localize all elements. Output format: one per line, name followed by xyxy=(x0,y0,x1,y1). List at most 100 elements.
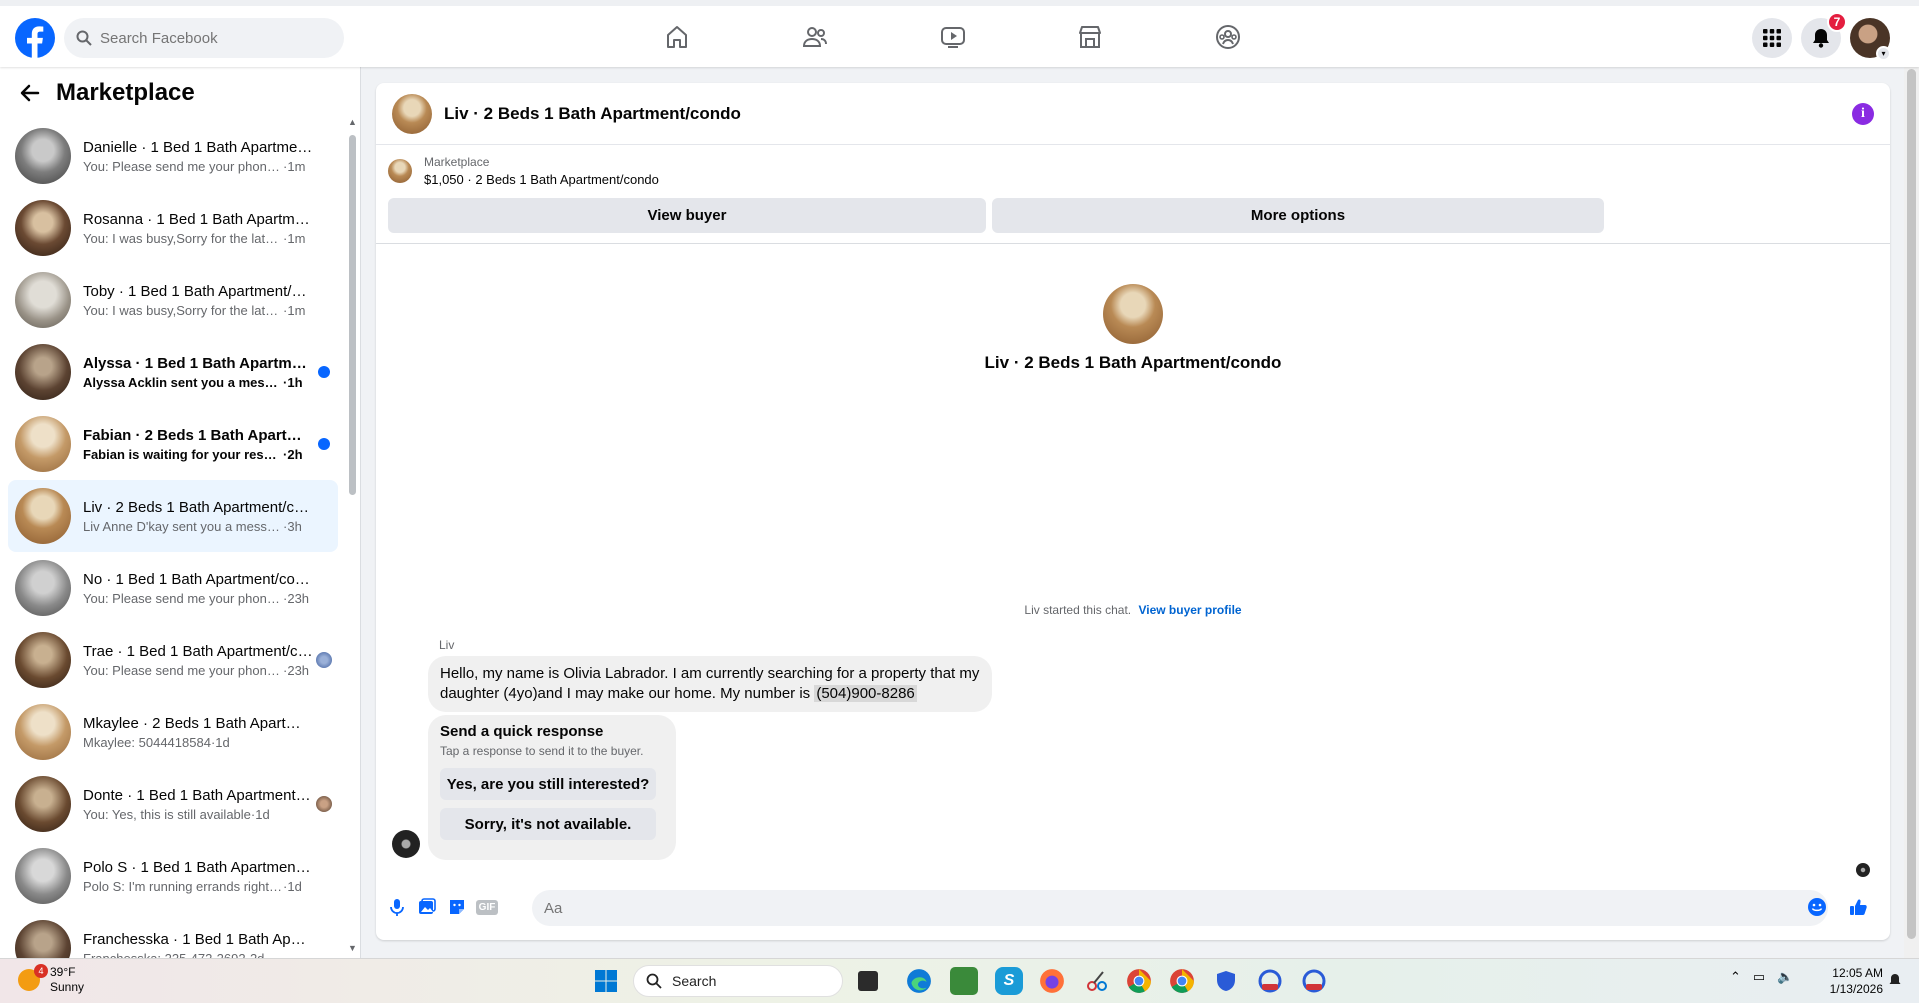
snipping-tool-icon[interactable] xyxy=(1083,967,1111,995)
message-phone-number[interactable]: (504)900-8286 xyxy=(814,685,917,702)
conversation-item[interactable]: No · 1 Bed 1 Bath Apartment/condo You: Pl… xyxy=(8,552,338,624)
emoji-icon[interactable] xyxy=(1806,896,1828,918)
sticker-icon[interactable] xyxy=(446,896,468,918)
search-input[interactable] xyxy=(100,29,320,47)
conversation-avatar xyxy=(15,272,71,328)
conversation-time: 23h xyxy=(287,590,310,606)
conversation-item[interactable]: Polo S · 1 Bed 1 Bath Apartment/condo Pol… xyxy=(8,840,338,912)
conversation-list: Danielle · 1 Bed 1 Bath Apartment/condo Y… xyxy=(8,120,338,958)
conversation-item[interactable]: Trae · 1 Bed 1 Bath Apartment/condo You: … xyxy=(8,624,338,696)
conversation-item[interactable]: Donte · 1 Bed 1 Bath Apartment/condo You:… xyxy=(8,768,338,840)
conversation-avatar xyxy=(15,344,71,400)
grid-icon xyxy=(1763,29,1781,47)
groups-icon[interactable] xyxy=(1213,22,1243,52)
sheet-app-icon[interactable] xyxy=(950,967,978,995)
task-view-icon[interactable] xyxy=(858,971,878,991)
back-arrow-icon[interactable] xyxy=(18,81,42,105)
taskbar-search-label: Search xyxy=(672,973,717,989)
quick-reply-interested-button[interactable]: Yes, are you still interested? xyxy=(440,768,656,800)
search-icon xyxy=(646,973,662,989)
conversation-preview: Fabian is waiting for your response xyxy=(83,446,283,462)
windows-taskbar: 4 39°F Sunny Search S ⌃ ▭ 🔈 12:05 AM 1/1… xyxy=(0,958,1919,1003)
info-icon[interactable]: i xyxy=(1852,103,1874,125)
conversation-preview: Liv Anne D'kay sent you a message xyxy=(83,518,283,534)
listing-summary[interactable]: Marketplace $1,050 · 2 Beds 1 Bath Apart… xyxy=(388,155,659,187)
conversation-item[interactable]: Alyssa · 1 Bed 1 Bath Apartment/condo Aly… xyxy=(8,336,338,408)
menu-grid-button[interactable] xyxy=(1752,18,1792,58)
message-input[interactable] xyxy=(532,890,1828,926)
conversation-preview: Franchesska: 225-472-2692 xyxy=(83,950,246,959)
notification-bell-icon[interactable] xyxy=(1887,973,1903,989)
system-clock[interactable]: 12:05 AM 1/13/2026 xyxy=(1808,965,1883,997)
home-icon[interactable] xyxy=(662,22,692,52)
chevron-up-icon[interactable]: ⌃ xyxy=(1730,969,1741,985)
weather-widget[interactable]: 4 39°F Sunny xyxy=(18,964,84,995)
chat-title[interactable]: Liv · 2 Beds 1 Bath Apartment/condo xyxy=(444,104,741,124)
app-icon-blue-1[interactable] xyxy=(1256,967,1284,995)
firefox-icon[interactable] xyxy=(1038,967,1066,995)
conversation-item[interactable]: Toby · 1 Bed 1 Bath Apartment/condo You: … xyxy=(8,264,338,336)
listing-avatar[interactable] xyxy=(392,93,432,134)
chrome-icon[interactable] xyxy=(1125,967,1153,995)
app-icon-blue-2[interactable] xyxy=(1300,967,1328,995)
network-icon[interactable]: ▭ xyxy=(1753,969,1765,985)
more-options-button[interactable]: More options xyxy=(992,198,1604,233)
system-tray: ⌃ ▭ 🔈 xyxy=(1730,969,1793,985)
message-composer: GIF xyxy=(376,886,1890,930)
friends-icon[interactable] xyxy=(800,22,830,52)
conversation-item[interactable]: Franchesska · 1 Bed 1 Bath Apartment/con… xyxy=(8,912,338,958)
marketplace-inbox-panel: Marketplace Danielle · 1 Bed 1 Bath Apar… xyxy=(0,67,361,958)
taskbar-search[interactable]: Search xyxy=(633,965,843,997)
windows-start-icon[interactable] xyxy=(592,967,620,995)
page-scrollbar-thumb[interactable] xyxy=(1907,69,1916,939)
bell-icon xyxy=(1813,29,1829,48)
listing-source: Marketplace xyxy=(424,155,490,169)
conversation-avatar xyxy=(15,632,71,688)
microphone-icon[interactable] xyxy=(386,896,408,918)
volume-icon[interactable]: 🔈 xyxy=(1777,969,1793,985)
facebook-logo-icon[interactable] xyxy=(15,18,55,58)
conversation-avatar xyxy=(15,128,71,184)
scrollbar-thumb[interactable] xyxy=(349,135,356,495)
view-buyer-profile-link[interactable]: View buyer profile xyxy=(1138,603,1241,617)
unread-dot xyxy=(318,366,330,378)
app-icon-s[interactable]: S xyxy=(995,967,1023,995)
conversation-name: Liv · 2 Beds 1 Bath Apartment/condo xyxy=(83,498,313,516)
notifications-button[interactable]: 7 xyxy=(1801,12,1847,58)
video-icon[interactable] xyxy=(938,22,968,52)
marketplace-icon[interactable] xyxy=(1075,22,1105,52)
conversation-item[interactable]: Liv · 2 Beds 1 Bath Apartment/condo Liv A… xyxy=(8,480,338,552)
message-bubble: Hello, my name is Olivia Labrador. I am … xyxy=(428,656,992,712)
conversation-item[interactable]: Mkaylee · 2 Beds 1 Bath Apartment/condo M… xyxy=(8,696,338,768)
scroll-up-icon[interactable]: ▲ xyxy=(348,117,357,127)
photo-icon[interactable] xyxy=(416,896,438,918)
search-icon xyxy=(76,30,92,46)
conversation-avatar xyxy=(15,200,71,256)
gif-icon[interactable]: GIF xyxy=(475,896,499,918)
edge-browser-icon[interactable] xyxy=(905,967,933,995)
chevron-down-icon[interactable]: ▾ xyxy=(1876,46,1891,61)
quick-reply-unavailable-button[interactable]: Sorry, it's not available. xyxy=(440,808,656,840)
facebook-search[interactable] xyxy=(64,18,344,58)
seen-avatar xyxy=(316,652,332,668)
page-scrollbar[interactable] xyxy=(1904,67,1919,958)
thumbs-up-icon[interactable] xyxy=(1847,896,1869,918)
conversation-time: 1m xyxy=(287,302,306,318)
conversation-preview: You: Please send me your phone number xyxy=(83,590,283,606)
conversation-item[interactable]: Danielle · 1 Bed 1 Bath Apartment/condo Y… xyxy=(8,120,338,192)
conversation-avatar xyxy=(15,920,71,958)
inbox-scrollbar[interactable]: ▲ ▼ xyxy=(347,117,357,955)
view-buyer-button[interactable]: View buyer xyxy=(388,198,986,233)
scroll-down-icon[interactable]: ▼ xyxy=(348,943,357,953)
browser-strip xyxy=(0,0,1919,6)
weather-badge: 4 xyxy=(34,964,48,978)
conversation-item[interactable]: Fabian · 2 Beds 1 Bath Apartment/condo Fa… xyxy=(8,408,338,480)
conversation-item[interactable]: Rosanna · 1 Bed 1 Bath Apartment/condo Yo… xyxy=(8,192,338,264)
conversation-name: Fabian · 2 Beds 1 Bath Apartment/condo xyxy=(83,426,313,444)
shield-icon[interactable] xyxy=(1212,967,1240,995)
quick-response-card: Send a quick response Tap a response to … xyxy=(428,715,676,860)
chrome-profile-icon[interactable] xyxy=(1168,967,1196,995)
conversation-avatar xyxy=(15,776,71,832)
quick-response-title: Send a quick response xyxy=(440,723,604,740)
quick-response-subtitle: Tap a response to send it to the buyer. xyxy=(440,744,644,758)
